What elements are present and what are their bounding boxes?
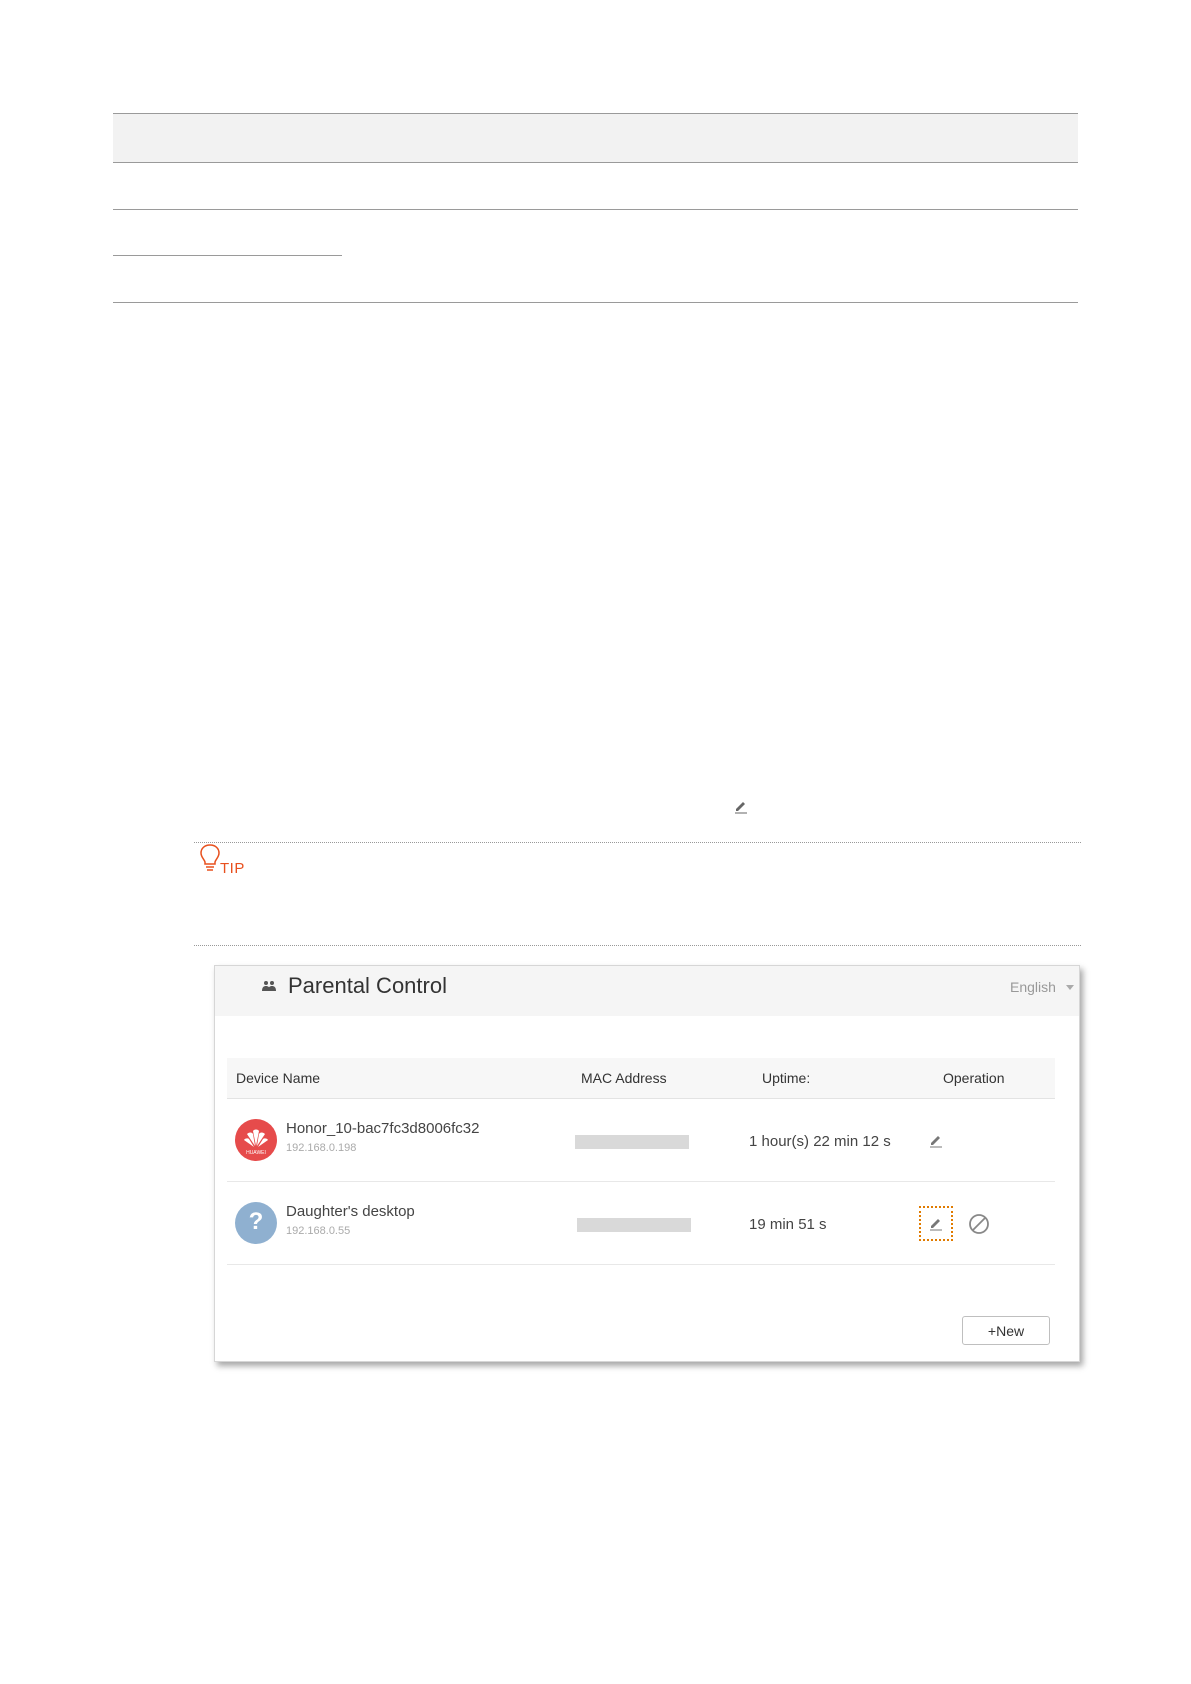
device-name: Honor_10-bac7fc3d8006fc32 [286,1120,480,1137]
panel-header: Parental Control English [215,966,1079,1016]
language-select[interactable]: English [1010,979,1056,995]
page-title: Parental Control [288,973,447,998]
tip-divider [194,842,1081,843]
huawei-logo-avatar: HUAWEI [235,1119,277,1161]
column-header-device-name: Device Name [236,1070,321,1086]
huawei-avatar-label: HUAWEI [246,1150,266,1156]
device-uptime: 19 min 51 s [749,1216,827,1233]
device-ip: 192.168.0.55 [286,1225,351,1237]
tip-label: TIP [220,860,245,877]
device-ip: 192.168.0.198 [286,1142,357,1154]
block-icon[interactable] [968,1213,990,1235]
family-icon [262,981,276,991]
parental-control-panel: Parental Control English Device Name MAC… [214,965,1080,1362]
huawei-logo-icon: HUAWEI [244,1129,268,1156]
edit-icon[interactable] [928,1132,944,1148]
mac-address-redacted [575,1135,689,1149]
tip-callout: TIP [199,843,269,877]
column-header-operation: Operation [943,1070,1005,1086]
table-header: Device Name MAC Address Uptime: Operatio… [227,1058,1055,1099]
table-row: HUAWEI Honor_10-bac7fc3d8006fc32 192.168… [227,1099,1055,1182]
mac-address-redacted [577,1218,691,1232]
question-mark-icon: ? [248,1208,264,1235]
doc-table-rule [113,209,1078,210]
doc-table-rule [113,302,1078,303]
column-header-uptime: Uptime: [762,1070,811,1086]
device-uptime: 1 hour(s) 22 min 12 s [749,1133,891,1150]
doc-table-rule [113,255,342,256]
unknown-device-avatar: ? [235,1202,277,1244]
doc-table-header [113,113,1078,163]
column-header-mac-address: MAC Address [581,1070,667,1086]
tip-divider [194,945,1081,946]
chevron-down-icon[interactable] [1066,985,1074,990]
edit-icon [735,802,747,814]
edit-icon[interactable] [928,1215,944,1231]
device-name: Daughter's desktop [286,1203,415,1220]
add-device-button[interactable]: +New [962,1316,1050,1345]
table-row: ? Daughter's desktop 192.168.0.55 19 min… [227,1182,1055,1265]
